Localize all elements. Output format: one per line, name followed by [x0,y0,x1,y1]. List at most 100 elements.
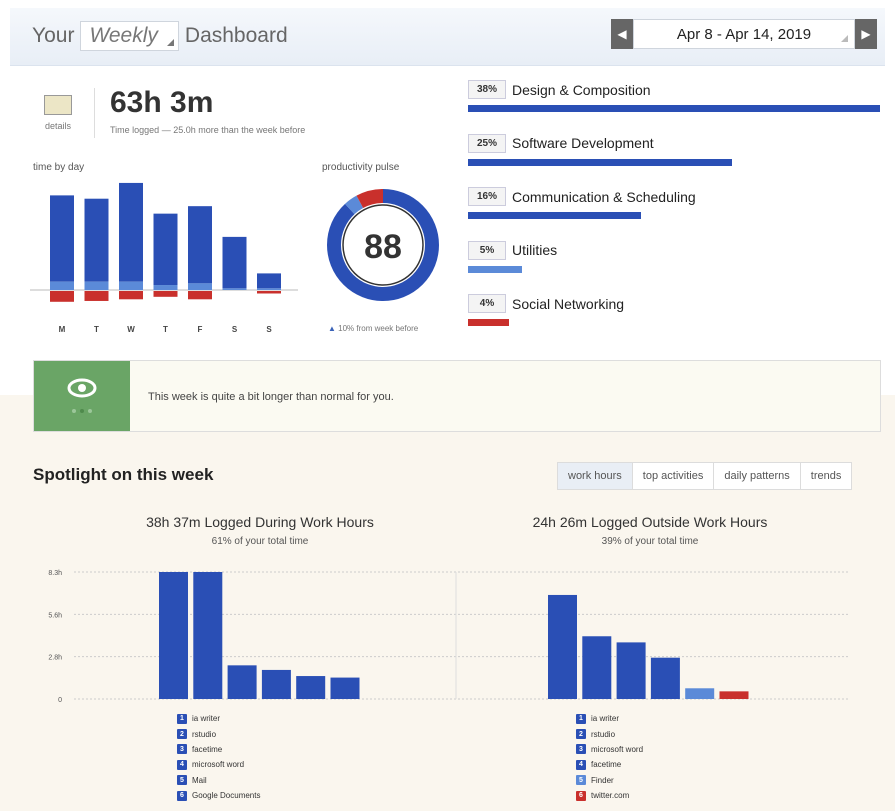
app-bar[interactable] [261,669,291,699]
day-label: S [232,325,238,334]
details-label: details [44,121,71,131]
app-bar[interactable] [227,665,257,699]
app-bar[interactable] [685,688,715,699]
category-item[interactable]: 4% Social Networking [468,294,624,326]
app-bar[interactable] [650,657,680,699]
date-range-value: Apr 8 - Apr 14, 2019 [676,25,812,43]
tab-daily-patterns[interactable]: daily patterns [714,463,801,489]
screen-icon [44,95,72,115]
category-name: Social Networking [512,295,625,312]
day-bar-productive[interactable] [153,213,178,286]
prev-week-button[interactable]: ◀ [611,19,633,49]
day-bar-distracting[interactable] [257,291,281,294]
app-bar[interactable] [548,594,577,699]
day-bar-productive[interactable] [188,206,212,284]
day-bar-distracting[interactable] [50,291,74,302]
details-link[interactable]: details [38,95,78,131]
tab-top-activities[interactable]: top activities [633,463,715,489]
category-row: 4% Social Networking [468,294,624,313]
day-bar-neutral[interactable] [84,281,109,290]
category-percent: 5% [468,240,506,260]
legend-number: 3 [177,744,187,755]
legend-number: 3 [576,744,586,755]
work-hours-note: 61% of your total time [211,536,309,547]
app-bar[interactable] [582,636,612,699]
day-bar-distracting[interactable] [153,291,178,297]
legend-label: facetime [591,760,622,770]
tab-trends[interactable]: trends [801,463,852,489]
legend-label: ia writer [591,714,620,724]
total-time-logged: 63h 3m [110,86,214,119]
time-by-day-chart: MTWTFSS [30,182,298,334]
work-hours-legend: 1 ia writer 2 rstudio 3 facetime 4 microsoft wo… [177,711,260,803]
pulse-score: 88 [364,228,402,266]
day-bar-neutral[interactable] [257,288,281,290]
day-label: W [127,325,135,334]
app-bar[interactable] [296,676,326,699]
day-label: F [198,325,203,334]
legend-item: 6 Google Documents [177,788,260,803]
day-bar-productive[interactable] [84,198,109,282]
title-prefix: Your [32,24,75,47]
pulse-change-text: 10% from week before [338,324,419,333]
time-by-day-label: time by day [33,162,85,173]
outside-hours-title: 24h 26m Logged Outside Work Hours [532,514,768,530]
period-select[interactable]: Weekly [80,21,179,51]
legend-item: 1 ia writer [576,711,643,726]
day-bar-productive[interactable] [222,236,247,289]
day-label: M [59,325,66,334]
category-item[interactable]: 25% Software Development [468,133,732,166]
select-corner-icon [841,35,848,42]
legend-item: 4 facetime [576,757,643,772]
legend-label: facetime [192,744,223,754]
tab-work-hours[interactable]: work hours [558,463,633,489]
day-bar-productive[interactable] [119,182,143,282]
next-arrow-icon: ▶ [861,27,871,41]
category-item[interactable]: 5% Utilities [468,240,557,273]
day-bar-neutral[interactable] [188,283,212,290]
legend-label: microsoft word [591,744,644,754]
legend-label: Finder [591,775,614,785]
day-bar-distracting[interactable] [84,291,109,301]
day-label: T [94,325,99,334]
arrow-up-icon: ▲ [328,324,336,333]
productivity-pulse-chart: 88 [327,189,439,301]
category-item[interactable]: 16% Communication & Scheduling [468,187,696,219]
next-week-button[interactable]: ▶ [855,19,877,49]
legend-number: 5 [177,775,187,786]
category-name: Communication & Scheduling [512,188,696,205]
day-bar-productive[interactable] [257,273,281,289]
category-row: 5% Utilities [468,240,557,260]
productivity-pulse-label: productivity pulse [322,162,400,173]
legend-label: twitter.com [591,791,630,801]
legend-item: 2 rstudio [576,726,643,741]
legend-number: 1 [177,713,187,724]
period-select-value: Weekly [89,24,158,47]
legend-label: Google Documents [192,791,261,801]
legend-item: 2 rstudio [177,726,260,741]
app-bar[interactable] [616,642,646,699]
divider [94,88,95,138]
category-item[interactable]: 38% Design & Composition [468,80,880,112]
app-bar[interactable] [719,691,749,699]
spotlight-tabs: work hours top activities daily patterns… [557,462,853,490]
dashboard-header: Your Weekly Dashboard ◀ Apr 8 - Apr 14, … [10,8,885,66]
outside-hours-note: 39% of your total time [601,536,699,547]
day-bar-neutral[interactable] [153,285,178,290]
day-bar-neutral[interactable] [50,281,74,290]
app-bar[interactable] [330,677,360,699]
day-bar-distracting[interactable] [119,291,143,300]
alert-icon-panel [34,361,130,431]
legend-label: microsoft word [192,760,245,770]
date-range-select[interactable]: Apr 8 - Apr 14, 2019 [633,19,855,49]
day-bar-neutral[interactable] [119,281,143,290]
category-bar [468,158,732,166]
day-bar-productive[interactable] [50,195,74,282]
app-bar[interactable] [159,572,188,699]
y-tick-label: 2.8h [48,655,62,662]
day-bar-distracting[interactable] [188,291,212,300]
day-bar-neutral[interactable] [222,288,247,290]
app-bar[interactable] [193,572,223,699]
spotlight-title: Spotlight on this week [33,465,214,484]
legend-item: 4 microsoft word [177,757,260,772]
